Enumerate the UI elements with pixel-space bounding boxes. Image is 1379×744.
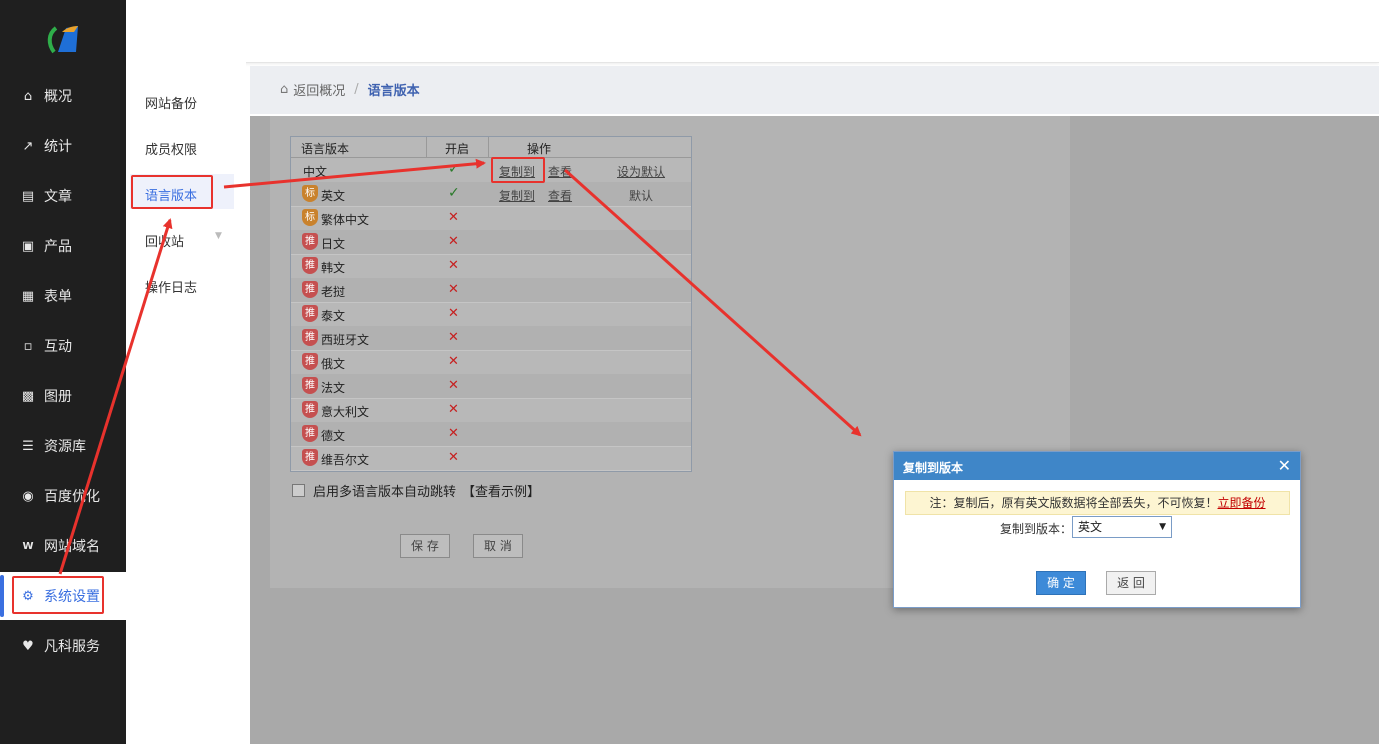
- arrow-settings-to-language: [58, 218, 173, 575]
- arrow-copy-to-dialog: [563, 168, 862, 437]
- close-icon[interactable]: ✕: [1278, 456, 1291, 475]
- warning-text: 注：复制后，原有英文版数据将全部丢失，不可恢复！: [929, 496, 1218, 510]
- annotation-box-copy: [491, 157, 545, 183]
- target-version-label: 复制到版本：: [1000, 522, 1073, 536]
- arrow-language-to-copy: [223, 158, 486, 189]
- dialog-title: 复制到版本: [903, 461, 964, 475]
- backup-now-link[interactable]: 立即备份: [1218, 496, 1266, 510]
- dialog-header: 复制到版本 ✕: [894, 452, 1300, 480]
- annotation-arrows: [58, 158, 862, 575]
- select-value: 英文: [1078, 520, 1103, 534]
- target-version-select[interactable]: 英文 ▼: [1072, 516, 1172, 538]
- confirm-button[interactable]: 确 定: [1036, 571, 1086, 595]
- annotation-box-language: [131, 175, 213, 209]
- copy-version-dialog: 复制到版本 ✕ 注：复制后，原有英文版数据将全部丢失，不可恢复！立即备份 复制到…: [893, 451, 1301, 608]
- annotation-box-settings: [12, 576, 104, 614]
- back-button[interactable]: 返 回: [1106, 571, 1156, 595]
- dropdown-arrow-icon: ▼: [1159, 522, 1166, 532]
- dialog-warning: 注：复制后，原有英文版数据将全部丢失，不可恢复！立即备份: [905, 491, 1290, 515]
